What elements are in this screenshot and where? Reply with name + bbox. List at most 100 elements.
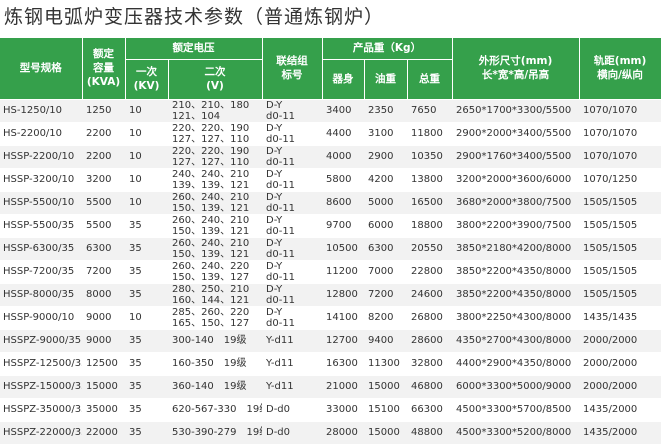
cell-primary: 35 [125,214,168,238]
cell-secondary-line2: 150、139、127 [172,271,250,283]
table-row: HSSP-9000/10 9000 10 285、260、220 165、150、127… [0,306,661,330]
table-row: HSSPZ-12500/35 12500 35 160-350 19级 Y-d11 163… [0,352,661,376]
cell-dims: 3680*2000*3800/7500 [452,191,580,215]
cell-capacity: 9000 [82,306,125,330]
cell-connection: Y-d11 [262,352,322,376]
cell-model: HSSP-3200/10 [0,168,82,192]
cell-connection-line1: D-d0 [266,427,291,438]
cell-secondary-line2: 160、144、121 [172,294,250,306]
cell-body: 12700 [322,329,364,353]
cell-secondary-line2: 165、150、127 [172,317,250,329]
cell-gauge: 1070/1070 [579,145,661,169]
cell-connection-line1: D-Y [266,191,283,203]
cell-gauge: 1435/2000 [579,421,661,445]
cell-primary: 35 [125,260,168,284]
cell-secondary-line1: 260、240、210 [172,237,250,249]
cell-secondary: 280、250、210 160、144、121 [168,283,262,307]
cell-dims: 3800*2250*4300/8000 [452,306,580,330]
cell-secondary-line1: 530-390-279 19级 [172,427,262,438]
cell-connection-line1: D-Y [266,145,283,157]
cell-connection: D-d0 [262,398,322,422]
cell-total: 22800 [407,260,453,284]
cell-connection-line2: d0-11 [266,179,296,191]
header-model: 型号规格 [0,38,83,100]
cell-total: 10350 [407,145,453,169]
cell-connection: Y-d11 [262,375,322,399]
table-row: HSSP-8000/35 8000 35 280、250、210 160、144、121… [0,283,661,307]
cell-model: HS-2200/10 [0,122,82,146]
cell-primary: 35 [125,283,168,307]
cell-capacity: 5500 [82,191,125,215]
cell-primary: 10 [125,145,168,169]
cell-model: HSSPZ-9000/35 [0,329,82,353]
cell-connection-line1: D-Y [266,214,283,226]
cell-total: 7650 [407,99,453,123]
cell-connection: D-Y d0-11 [262,99,322,123]
cell-secondary-line1: 260、240、210 [172,191,250,203]
cell-dims: 2900*1760*3400/5500 [452,145,580,169]
cell-dims: 2650*1700*3300/5500 [452,99,580,123]
cell-body: 33000 [322,398,364,422]
cell-gauge: 1505/1505 [579,191,661,215]
spec-table: 型号规格 额定 容量 (KVA) 额定电压 联结组 标号 产品重（Kg） 外形尺… [0,38,661,445]
cell-body: 3400 [322,99,364,123]
cell-total: 18800 [407,214,453,238]
cell-oil: 6300 [364,237,407,261]
cell-connection-line2: d0-11 [266,110,296,122]
cell-body: 12800 [322,283,364,307]
cell-total: 11800 [407,122,453,146]
cell-secondary: 260、240、220 150、139、127 [168,260,262,284]
cell-secondary: 260、240、210 150、139、121 [168,214,262,238]
cell-secondary-line1: 220、220、190 [172,145,250,157]
cell-gauge: 2000/2000 [579,375,661,399]
cell-body: 9700 [322,214,364,238]
cell-total: 46800 [407,375,453,399]
cell-gauge: 1435/1435 [579,306,661,330]
cell-secondary: 160-350 19级 [168,352,262,376]
cell-secondary-line2: 139、139、121 [172,179,250,191]
cell-capacity: 8000 [82,283,125,307]
cell-oil: 2350 [364,99,407,123]
cell-capacity: 2200 [82,145,125,169]
cell-dims: 6000*3300*5000/9000 [452,375,580,399]
header-gauge-line1: 轨距(mm) [593,55,647,68]
cell-secondary-line1: 260、240、210 [172,214,250,226]
cell-connection-line2: d0-11 [266,248,296,260]
cell-body: 28000 [322,421,364,445]
cell-oil: 15000 [364,375,407,399]
cell-connection: D-Y d0-11 [262,306,322,330]
cell-secondary-line1: 285、260、220 [172,306,250,318]
header-capacity: 额定 容量 (KVA) [82,38,126,100]
cell-secondary: 240、240、210 139、139、121 [168,168,262,192]
cell-secondary-line1: 160-350 19级 [172,358,247,369]
header-gauge: 轨距(mm) 横向/纵向 [579,38,661,100]
table-row: HSSP-3200/10 3200 10 240、240、210 139、139、121… [0,168,661,192]
cell-oil: 3100 [364,122,407,146]
cell-oil: 7200 [364,283,407,307]
cell-gauge: 1505/1505 [579,237,661,261]
cell-connection-line1: D-Y [266,122,283,134]
cell-capacity: 1250 [82,99,125,123]
cell-capacity: 6300 [82,237,125,261]
cell-connection-line1: Y-d11 [266,358,294,369]
cell-connection-line1: D-Y [266,168,283,180]
cell-primary: 10 [125,168,168,192]
cell-secondary-line1: 260、240、220 [172,260,250,272]
cell-dims: 3200*2000*3600/6000 [452,168,580,192]
cell-body: 21000 [322,375,364,399]
cell-secondary: 220、220、190 127、127、110 [168,145,262,169]
cell-connection-line2: d0-11 [266,294,296,306]
cell-secondary: 220、220、190 127、127、110 [168,122,262,146]
cell-secondary-line1: 300-140 19级 [172,335,247,346]
table-row: HSSPZ-35000/35 35000 35 620-567-330 19级 D-d0… [0,398,661,422]
cell-oil: 15100 [364,398,407,422]
cell-gauge: 1505/1505 [579,283,661,307]
cell-total: 16500 [407,191,453,215]
cell-connection: D-Y d0-11 [262,214,322,238]
cell-capacity: 7200 [82,260,125,284]
cell-connection: Y-d11 [262,329,322,353]
cell-connection-line1: Y-d11 [266,381,294,392]
cell-model: HS-1250/10 [0,99,82,123]
cell-body: 11200 [322,260,364,284]
cell-model: HSSP-5500/10 [0,191,82,215]
